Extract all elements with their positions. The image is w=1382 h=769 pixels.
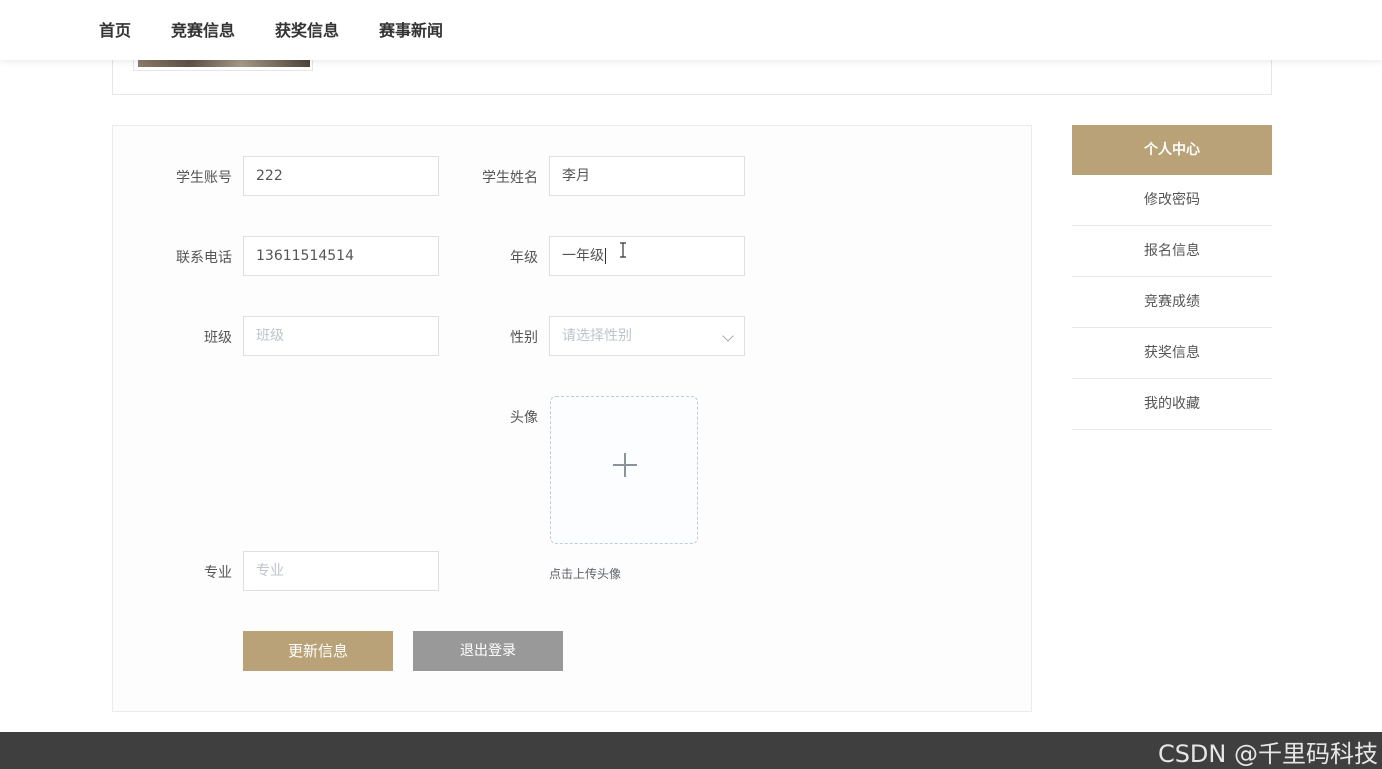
i-beam-cursor-icon: [620, 242, 626, 258]
grade-label: 年级: [510, 250, 538, 266]
plus-icon-vertical: [624, 453, 626, 477]
sidebar-item-change-password[interactable]: 修改密码: [1072, 175, 1272, 226]
phone-label: 联系电话: [176, 250, 232, 266]
text-caret: [605, 248, 606, 264]
class-input[interactable]: 班级: [243, 316, 439, 356]
gender-select[interactable]: 请选择性别: [549, 316, 745, 356]
sidebar-item-award-info[interactable]: 获奖信息: [1072, 328, 1272, 379]
sidebar-item-registration-info[interactable]: 报名信息: [1072, 226, 1272, 277]
avatar-upload-hint: 点击上传头像: [549, 567, 622, 581]
avatar-upload[interactable]: [550, 396, 698, 544]
major-placeholder: 专业: [256, 563, 284, 579]
name-input[interactable]: 李月: [549, 156, 745, 196]
sidebar-title: 个人中心: [1072, 125, 1272, 175]
sidebar-item-competition-scores[interactable]: 竞赛成绩: [1072, 277, 1272, 328]
nav-event-news[interactable]: 赛事新闻: [379, 17, 443, 41]
nav-award-info[interactable]: 获奖信息: [275, 17, 339, 41]
class-placeholder: 班级: [256, 328, 284, 344]
avatar-label: 头像: [510, 410, 538, 426]
grade-input[interactable]: 一年级: [549, 236, 745, 276]
nav-competition-info[interactable]: 竞赛信息: [171, 17, 235, 41]
footer: CSDN @千里码科技: [0, 732, 1382, 769]
class-label: 班级: [204, 330, 232, 346]
account-label: 学生账号: [176, 170, 232, 186]
major-input[interactable]: 专业: [243, 551, 439, 591]
gender-placeholder: 请选择性别: [562, 328, 632, 344]
chevron-down-icon: [722, 330, 734, 342]
profile-form: 学生账号 222 学生姓名 李月 联系电话 13611514514 年级 一年级…: [112, 125, 1032, 712]
gender-label: 性别: [510, 330, 538, 346]
top-navbar: 首页 竞赛信息 获奖信息 赛事新闻: [0, 0, 1382, 60]
logout-button[interactable]: 退出登录: [413, 631, 563, 671]
major-label: 专业: [204, 565, 232, 581]
name-label: 学生姓名: [482, 170, 538, 186]
sidebar-item-my-favorites[interactable]: 我的收藏: [1072, 379, 1272, 430]
grade-input-value: 一年级: [562, 248, 604, 264]
phone-input[interactable]: 13611514514: [243, 236, 439, 276]
watermark-text: CSDN @千里码科技: [1157, 740, 1378, 768]
update-info-button[interactable]: 更新信息: [243, 631, 393, 671]
account-input[interactable]: 222: [243, 156, 439, 196]
nav-home[interactable]: 首页: [99, 17, 131, 41]
